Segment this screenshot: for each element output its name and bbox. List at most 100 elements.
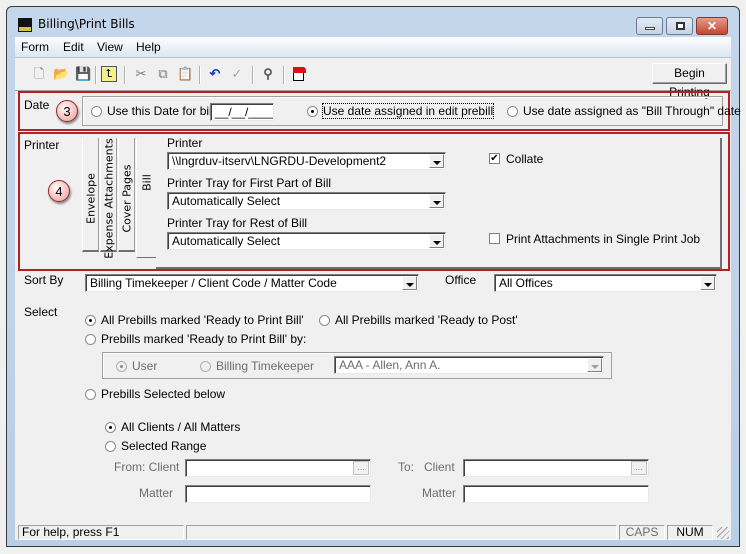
tab-envelope[interactable]: Envelope (82, 138, 99, 252)
office-value: All Offices (499, 276, 553, 290)
sort-by-value: Billing Timekeeper / Client Code / Matte… (90, 276, 337, 290)
browse-ellipsis-icon[interactable]: ... (353, 461, 369, 475)
printer-select[interactable]: \\lngrduv-itserv\LNGRDU-Development2 (167, 152, 446, 170)
all-ready-post-label[interactable]: All Prebills marked 'Ready to Post' (335, 313, 518, 327)
bill-date-input[interactable]: __/__/____ (210, 103, 274, 121)
menu-bar: Form Edit View Help (15, 37, 731, 58)
toolbar: 🗋 📂 💾 ⮤ ✂ ⧉ 📋 ↶ ✓ ⚲ Begin Printing (15, 58, 731, 99)
marked-by-label[interactable]: Prebills marked 'Ready to Print Bill' by… (101, 332, 306, 346)
maximize-icon (676, 22, 685, 30)
spellcheck-icon[interactable]: ✓ (229, 66, 245, 82)
app-icon (18, 18, 32, 32)
collate-label[interactable]: Collate (506, 152, 543, 166)
tab-envelope-label: Envelope (84, 173, 97, 224)
chevron-down-icon[interactable] (429, 154, 444, 168)
toolbar-separator (124, 66, 126, 84)
sort-by-label: Sort By (24, 273, 64, 287)
notebook-icon[interactable] (291, 66, 307, 82)
all-ready-print-label[interactable]: All Prebills marked 'Ready to Print Bill… (101, 313, 304, 327)
open-folder-icon[interactable]: 📂 (53, 66, 69, 82)
all-ready-post-radio[interactable] (319, 315, 330, 326)
undo-icon[interactable]: ↶ (207, 66, 223, 82)
chevron-down-icon[interactable] (402, 276, 417, 290)
tab-bill-label: Bill (140, 174, 153, 191)
tab-expense-attachments[interactable]: Expense Attachments (100, 138, 117, 259)
use-this-date-radio[interactable] (91, 106, 102, 117)
tray-first-label: Printer Tray for First Part of Bill (167, 176, 332, 190)
to-client-input[interactable]: ... (463, 459, 649, 477)
collate-checkbox[interactable]: ✔ (489, 153, 500, 164)
browse-ellipsis-icon[interactable]: ... (631, 461, 647, 475)
printer-select-value: \\lngrduv-itserv\LNGRDU-Development2 (172, 154, 387, 168)
by-user-label[interactable]: User (132, 359, 157, 373)
person-select[interactable]: AAA - Allen, Ann A. (334, 356, 604, 374)
by-user-radio[interactable] (116, 361, 127, 372)
selected-below-radio[interactable] (85, 389, 96, 400)
tab-bill[interactable]: Bill (136, 138, 156, 258)
toolbar-separator (283, 66, 285, 84)
tray-rest-select[interactable]: Automatically Select (167, 232, 446, 250)
maximize-button[interactable] (666, 17, 693, 35)
use-bill-through-date-label[interactable]: Use date assigned as "Bill Through" date (523, 104, 741, 118)
chevron-down-icon[interactable] (429, 194, 444, 208)
menu-edit[interactable]: Edit (63, 40, 84, 54)
app-window: Billing\Print Bills ✕ Form Edit View Hel… (6, 6, 741, 547)
menu-help[interactable]: Help (136, 40, 161, 54)
office-select[interactable]: All Offices (494, 274, 717, 292)
printer-section-label: Printer (24, 138, 60, 152)
sort-by-select[interactable]: Billing Timekeeper / Client Code / Matte… (85, 274, 419, 292)
find-binoculars-icon[interactable]: ⚲ (260, 66, 276, 82)
from-client-label: From: Client (114, 460, 180, 474)
from-client-input[interactable]: ... (185, 459, 371, 477)
chevron-down-icon[interactable] (700, 276, 715, 290)
use-edit-prebill-date-label[interactable]: Use date assigned in edit prebill (321, 103, 495, 119)
single-print-job-label[interactable]: Print Attachments in Single Print Job (506, 232, 700, 246)
selected-range-radio[interactable] (105, 441, 116, 452)
begin-printing-button[interactable]: Begin Printing (652, 63, 727, 99)
paste-icon[interactable]: 📋 (177, 66, 193, 82)
minimize-button[interactable] (636, 17, 663, 35)
tab-cover-pages-label: Cover Pages (120, 164, 133, 233)
by-timekeeper-label[interactable]: Billing Timekeeper (216, 359, 314, 373)
marked-by-radio[interactable] (85, 334, 96, 345)
use-this-date-label[interactable]: Use this Date for bills (107, 104, 220, 118)
new-document-icon[interactable]: 🗋 (31, 66, 47, 82)
person-select-value: AAA - Allen, Ann A. (339, 358, 441, 372)
to-matter-input[interactable] (463, 485, 649, 503)
single-print-job-checkbox[interactable] (489, 233, 500, 244)
use-edit-prebill-date-radio[interactable] (307, 106, 318, 117)
chevron-down-icon[interactable] (587, 358, 602, 372)
tray-rest-select-value: Automatically Select (172, 234, 281, 248)
select-label: Select (24, 305, 58, 319)
up-folder-icon[interactable]: ⮤ (101, 66, 117, 82)
close-button[interactable]: ✕ (696, 17, 728, 35)
from-matter-input[interactable] (185, 485, 371, 503)
client-area: Form Edit View Help 🗋 📂 💾 ⮤ ✂ ⧉ 📋 ↶ ✓ ⚲ (15, 37, 741, 540)
by-timekeeper-radio[interactable] (200, 361, 211, 372)
cut-icon[interactable]: ✂ (133, 66, 149, 82)
close-icon: ✕ (706, 19, 718, 33)
tab-expense-attachments-label: Expense Attachments (102, 138, 115, 259)
save-icon[interactable]: 💾 (75, 66, 91, 82)
tray-first-select-value: Automatically Select (172, 194, 281, 208)
all-clients-radio[interactable] (105, 422, 116, 433)
tab-cover-pages[interactable]: Cover Pages (118, 138, 135, 252)
to-client-label: To: Client (398, 460, 455, 474)
copy-icon[interactable]: ⧉ (155, 66, 171, 82)
from-matter-label: Matter (139, 486, 174, 500)
selected-range-label[interactable]: Selected Range (121, 439, 206, 453)
tray-first-select[interactable]: Automatically Select (167, 192, 446, 210)
toolbar-separator (95, 66, 97, 84)
chevron-down-icon[interactable] (429, 234, 444, 248)
callout-badge-3: 3 (56, 100, 78, 122)
minimize-icon (645, 27, 655, 30)
callout-badge-4: 4 (48, 180, 70, 202)
all-ready-print-radio[interactable] (85, 315, 96, 326)
use-bill-through-date-radio[interactable] (507, 106, 518, 117)
resize-grip-icon[interactable] (717, 527, 729, 539)
all-clients-label[interactable]: All Clients / All Matters (121, 420, 240, 434)
menu-view[interactable]: View (97, 40, 123, 54)
title-bar[interactable]: Billing\Print Bills ✕ (7, 7, 739, 37)
menu-form[interactable]: Form (21, 40, 49, 54)
selected-below-label[interactable]: Prebills Selected below (101, 387, 225, 401)
